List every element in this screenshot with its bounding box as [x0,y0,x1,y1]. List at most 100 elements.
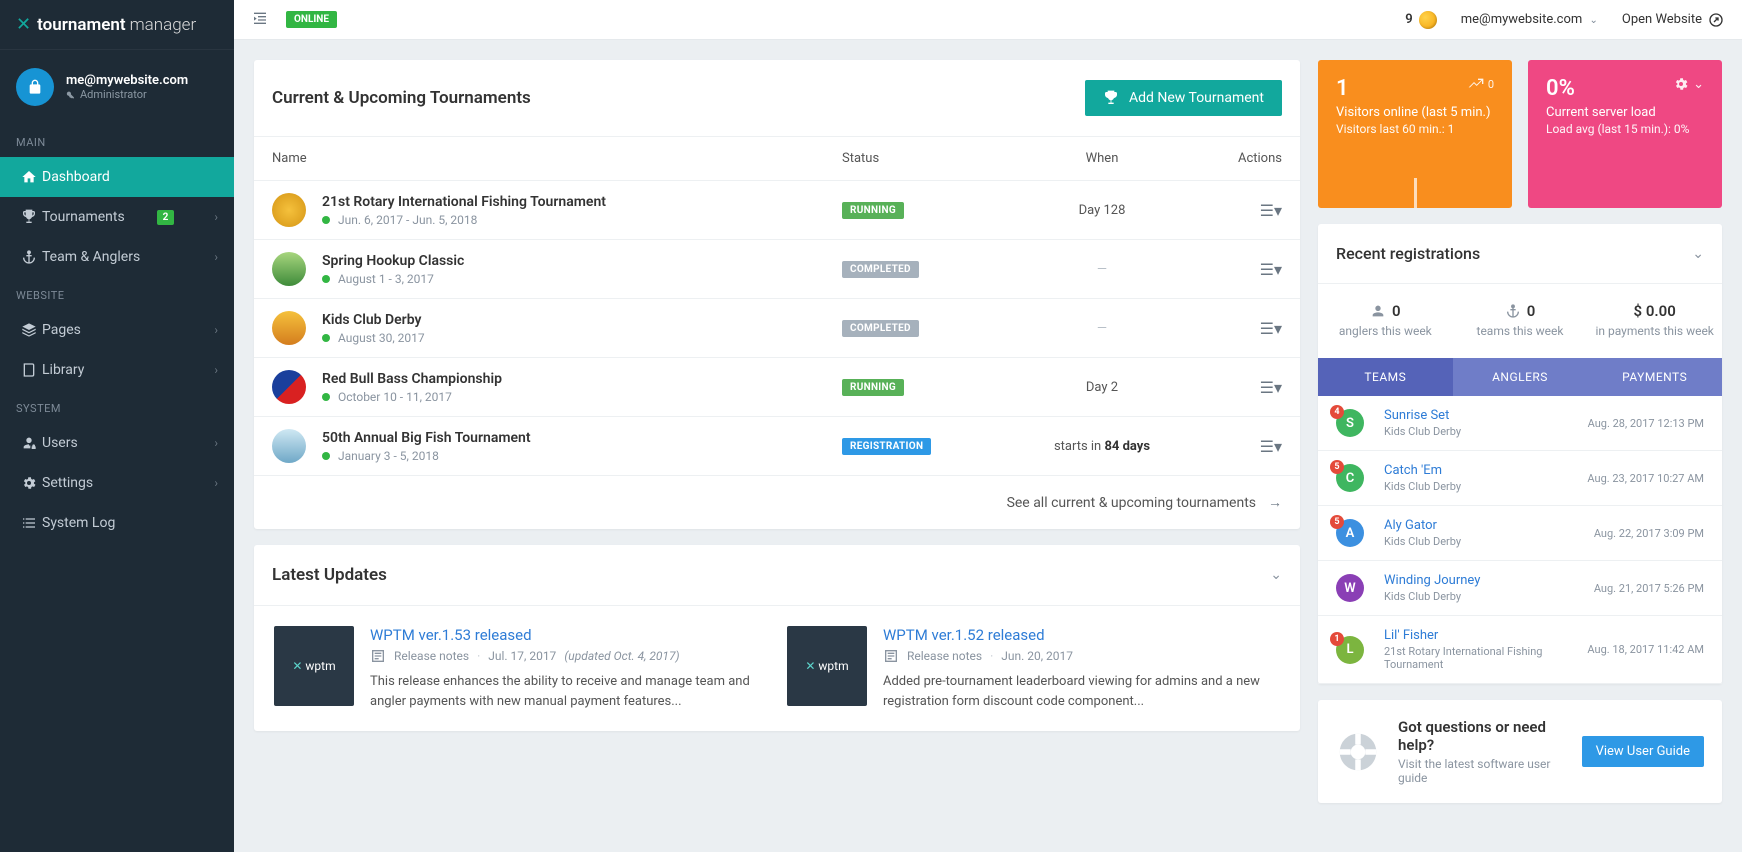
profile[interactable]: me@mywebsite.com Administrator [0,50,234,124]
registration-name[interactable]: Catch 'Em [1384,463,1587,478]
list-item[interactable]: L 1 Lil' Fisher 21st Rotary Internationa… [1318,616,1722,684]
table-row: Spring Hookup Classic August 1 - 3, 2017… [254,240,1300,299]
profile-role: Administrator [66,88,188,101]
topbar: ONLINE 9 me@mywebsite.com ⌄ Open Website [234,0,1742,40]
tournaments-footer-link[interactable]: See all current & upcoming tournaments → [254,476,1300,529]
status-dot-icon [322,216,330,224]
article-icon [883,648,899,664]
tab-payments[interactable]: PAYMENTS [1587,358,1722,396]
load-sub: Load avg (last 15 min.): 0% [1546,122,1704,136]
status-badge: RUNNING [842,379,904,396]
registration-name[interactable]: Winding Journey [1384,573,1594,588]
update-title[interactable]: WPTM ver.1.52 released [883,626,1280,644]
when-text: Day 128 [1002,203,1202,218]
article-icon [370,648,386,664]
visitors-sparkline [1318,168,1512,208]
registration-name[interactable]: Lil' Fisher [1384,628,1587,643]
row-actions-dropdown[interactable]: ☰▾ [1260,201,1282,220]
update-thumb: ✕ wptm [787,626,867,706]
col-actions: Actions [1202,151,1282,166]
open-website-link[interactable]: Open Website [1622,12,1724,28]
visitors-label: Visitors online (last 5 min.) [1336,105,1494,120]
brand-icon: ✕ [16,14,31,35]
registration-time: Aug. 18, 2017 11:42 AM [1587,643,1704,656]
chevron-right-icon: › [214,210,218,224]
list-item[interactable]: A 5 Aly Gator Kids Club Derby Aug. 22, 2… [1318,506,1722,561]
brand-part1: tournament [37,15,125,35]
registration-time: Aug. 28, 2017 12:13 PM [1588,417,1704,430]
tournament-name[interactable]: Red Bull Bass Championship [322,371,502,387]
row-actions-dropdown[interactable]: ☰▾ [1260,378,1282,397]
nav-library[interactable]: Library › [0,350,234,390]
tab-anglers[interactable]: ANGLERS [1453,358,1588,396]
home-icon [16,169,42,185]
chevron-right-icon: › [214,476,218,490]
nav-users[interactable]: Users › [0,423,234,463]
stat-payments: $ 0.00 in payments this week [1587,302,1722,338]
nav-dashboard[interactable]: Dashboard [0,157,234,197]
account-dropdown[interactable]: me@mywebsite.com ⌄ [1461,12,1598,27]
count-badge: 5 [1330,460,1344,474]
nav-system-log[interactable]: System Log [0,503,234,543]
update-title[interactable]: WPTM ver.1.53 released [370,626,767,644]
registration-name[interactable]: Sunrise Set [1384,408,1588,423]
registration-name[interactable]: Aly Gator [1384,518,1594,533]
update-desc: Added pre-tournament leaderboard viewing… [883,672,1280,711]
nav-section-system: SYSTEM [0,390,234,423]
arrow-right-icon: → [1268,494,1282,511]
tab-teams[interactable]: TEAMS [1318,358,1453,396]
update-meta: Release notes·Jun. 20, 2017 [883,648,1280,664]
list-item[interactable]: S 4 Sunrise Set Kids Club Derby Aug. 28,… [1318,396,1722,451]
sidebar: ✕ tournament manager me@mywebsite.com Ad… [0,0,234,852]
tournament-name[interactable]: Kids Club Derby [322,312,425,328]
online-badge: ONLINE [286,11,337,28]
load-value: 0% [1546,76,1575,101]
row-actions-dropdown[interactable]: ☰▾ [1260,319,1282,338]
status-badge: COMPLETED [842,320,919,337]
nav-team-anglers[interactable]: Team & Anglers › [0,237,234,277]
tournament-name[interactable]: 21st Rotary International Fishing Tourna… [322,194,606,210]
updates-card: Latest Updates ⌄ ✕ wptm WPTM ver.1.53 re… [254,545,1300,731]
add-tournament-button[interactable]: Add New Tournament [1085,80,1282,116]
view-user-guide-button[interactable]: View User Guide [1582,736,1704,767]
when-text: — [1002,321,1202,336]
table-row: 21st Rotary International Fishing Tourna… [254,181,1300,240]
visitors-value: 1 [1336,76,1349,101]
count-badge: 5 [1330,515,1344,529]
layers-icon [16,322,42,338]
tournament-name[interactable]: 50th Annual Big Fish Tournament [322,430,531,446]
list-item[interactable]: W Winding Journey Kids Club Derby Aug. 2… [1318,561,1722,616]
person-icon [1370,303,1386,319]
update-thumb: ✕ wptm [274,626,354,706]
nav-tournaments[interactable]: Tournaments 2 › [0,197,234,237]
registration-time: Aug. 21, 2017 5:26 PM [1594,582,1704,595]
tournament-name[interactable]: Spring Hookup Classic [322,253,464,269]
sidebar-toggle[interactable] [252,10,268,30]
list-icon [16,515,42,531]
brand[interactable]: ✕ tournament manager [0,0,234,50]
row-actions-dropdown[interactable]: ☰▾ [1260,260,1282,279]
load-settings-dropdown[interactable]: ⌄ [1673,76,1704,92]
registration-sub: Kids Club Derby [1384,480,1587,493]
list-item[interactable]: C 5 Catch 'Em Kids Club Derby Aug. 23, 2… [1318,451,1722,506]
when-text: — [1002,262,1202,277]
profile-email: me@mywebsite.com [66,73,188,88]
registrations-collapse-toggle[interactable]: ⌄ [1692,246,1704,262]
nav-settings[interactable]: Settings › [0,463,234,503]
chevron-right-icon: › [214,363,218,377]
chevron-down-icon: ⌄ [1693,77,1704,92]
chevron-right-icon: › [214,250,218,264]
server-load-tile: 0% ⌄ Current server load Load avg (last … [1528,60,1722,208]
tournament-dates: August 30, 2017 [322,331,425,345]
coins-indicator[interactable]: 9 [1405,11,1436,29]
indent-icon [252,10,268,26]
row-actions-dropdown[interactable]: ☰▾ [1260,437,1282,456]
tournament-dates: October 10 - 11, 2017 [322,390,502,404]
tournament-dates: Jun. 6, 2017 - Jun. 5, 2018 [322,213,606,227]
tournament-dates: August 1 - 3, 2017 [322,272,464,286]
table-row: Kids Club Derby August 30, 2017 COMPLETE… [254,299,1300,358]
visitors-sub: Visitors last 60 min.: 1 [1336,122,1494,136]
updates-collapse-toggle[interactable]: ⌄ [1270,567,1282,583]
nav-pages[interactable]: Pages › [0,310,234,350]
external-link-icon [1708,12,1724,28]
